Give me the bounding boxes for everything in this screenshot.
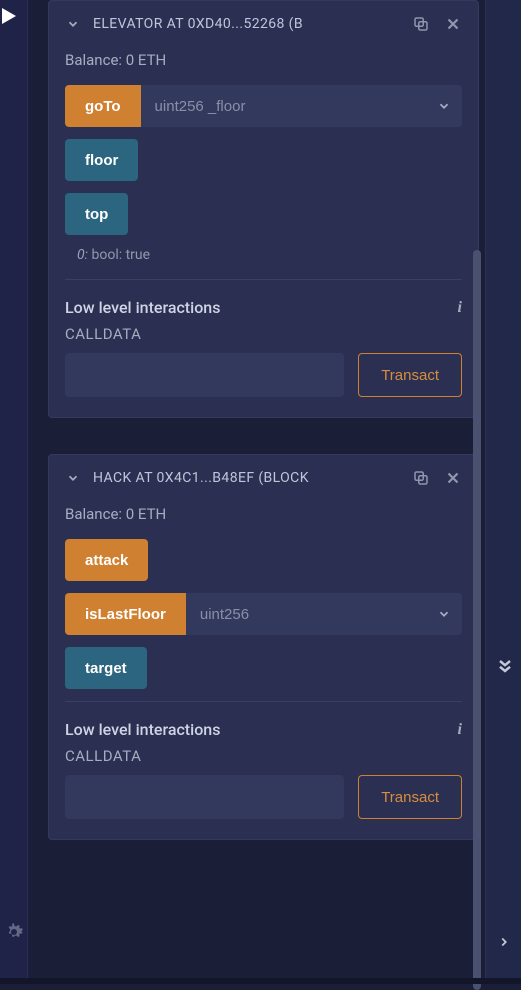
goto-input-wrap	[141, 85, 462, 127]
islastfloor-button[interactable]: isLastFloor	[65, 593, 186, 635]
card-header: HACK AT 0X4C1...B48EF (BLOCK	[65, 469, 462, 487]
lowlevel-title: Low level interactions	[65, 720, 220, 739]
collapse-icon[interactable]	[65, 16, 81, 32]
scrollbar-thumb[interactable]	[473, 250, 481, 990]
balance-label: Balance: 0 ETH	[65, 51, 462, 69]
calldata-input[interactable]	[65, 353, 344, 397]
calldata-row: Transact	[65, 775, 462, 819]
return-value: true	[126, 247, 150, 263]
lowlevel-header: Low level interactions i	[65, 720, 462, 739]
top-return: 0: bool: true	[77, 247, 462, 263]
chevron-down-icon[interactable]	[426, 593, 462, 635]
chevron-down-icon[interactable]	[426, 85, 462, 127]
return-index: 0:	[77, 247, 88, 263]
goto-input[interactable]	[141, 85, 426, 127]
left-edge	[0, 0, 28, 984]
copy-icon[interactable]	[412, 15, 430, 33]
calldata-input[interactable]	[65, 775, 344, 819]
collapse-icon[interactable]	[65, 470, 81, 486]
double-chevron-down-icon[interactable]	[495, 656, 515, 681]
right-rail	[485, 0, 521, 984]
contract-title: ELEVATOR AT 0XD40...52268 (B	[93, 16, 400, 32]
attack-button[interactable]: attack	[65, 539, 148, 581]
function-row-attack: attack	[65, 539, 462, 581]
contract-title: HACK AT 0X4C1...B48EF (BLOCK	[93, 470, 400, 486]
transact-button[interactable]: Transact	[358, 353, 462, 397]
card-header: ELEVATOR AT 0XD40...52268 (B	[65, 15, 462, 33]
transact-button[interactable]: Transact	[358, 775, 462, 819]
function-row-islastfloor: isLastFloor	[65, 593, 462, 635]
top-button[interactable]: top	[65, 193, 128, 235]
play-arrow-icon[interactable]	[2, 8, 16, 24]
islastfloor-input-wrap	[186, 593, 462, 635]
target-button[interactable]: target	[65, 647, 147, 689]
calldata-label: CALLDATA	[65, 747, 462, 765]
divider	[65, 279, 462, 280]
copy-icon[interactable]	[412, 469, 430, 487]
info-icon[interactable]: i	[458, 721, 462, 739]
contracts-panel: ELEVATOR AT 0XD40...52268 (B Balance: 0 …	[48, 0, 479, 964]
bottom-bar	[0, 978, 521, 984]
close-icon[interactable]	[444, 15, 462, 33]
chevron-right-icon[interactable]	[497, 933, 511, 954]
header-actions	[412, 15, 462, 33]
goto-button[interactable]: goTo	[65, 85, 141, 127]
calldata-row: Transact	[65, 353, 462, 397]
function-row-floor: floor	[65, 139, 462, 181]
function-row-top: top	[65, 193, 462, 235]
return-type: bool:	[91, 247, 122, 263]
close-icon[interactable]	[444, 469, 462, 487]
info-icon[interactable]: i	[458, 299, 462, 317]
function-row-target: target	[65, 647, 462, 689]
header-actions	[412, 469, 462, 487]
islastfloor-input[interactable]	[186, 593, 426, 635]
lowlevel-header: Low level interactions i	[65, 298, 462, 317]
calldata-label: CALLDATA	[65, 325, 462, 343]
divider	[65, 701, 462, 702]
floor-button[interactable]: floor	[65, 139, 138, 181]
gear-icon[interactable]	[2, 920, 26, 944]
contract-card-hack: HACK AT 0X4C1...B48EF (BLOCK Balance: 0 …	[48, 454, 479, 840]
lowlevel-title: Low level interactions	[65, 298, 220, 317]
function-row-goto: goTo	[65, 85, 462, 127]
contract-card-elevator: ELEVATOR AT 0XD40...52268 (B Balance: 0 …	[48, 0, 479, 418]
balance-label: Balance: 0 ETH	[65, 505, 462, 523]
